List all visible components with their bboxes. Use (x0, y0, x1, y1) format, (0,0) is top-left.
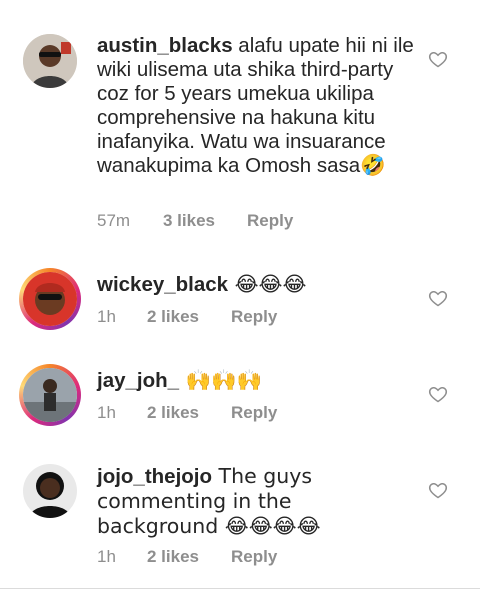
comment-text: jay_joh_ 🙌🙌🙌 (97, 368, 417, 393)
likes-count[interactable]: 2 likes (147, 403, 231, 423)
avatar[interactable] (19, 364, 81, 426)
avatar-image-frame (23, 272, 77, 326)
comment-item: austin_blacks alafu upate hii ni ile wik… (0, 0, 480, 250)
comment-text: austin_blacks alafu upate hii ni ile wik… (97, 34, 417, 178)
comment-meta: 1h 2 likes Reply (97, 307, 277, 327)
comment-item: wickey_black 😂😂😂 1h 2 likes Reply (0, 250, 480, 342)
comment-text: jojo_thejojo The guys commenting in the … (97, 464, 417, 539)
user-avatar-image (23, 272, 77, 326)
comment-meta: 1h 2 likes Reply (97, 547, 277, 567)
likes-count[interactable]: 3 likes (163, 211, 247, 231)
avatar[interactable] (23, 464, 77, 518)
reply-button[interactable]: Reply (247, 211, 293, 231)
avatar-image-frame (23, 368, 77, 422)
comment-username[interactable]: wickey_black (97, 273, 228, 296)
comment-username[interactable]: jay_joh_ (97, 369, 179, 392)
comment-username[interactable]: jojo_thejojo (97, 465, 212, 488)
reply-button[interactable]: Reply (231, 547, 277, 567)
divider (0, 588, 480, 589)
heart-outline-icon[interactable] (428, 384, 448, 404)
user-avatar-image (23, 464, 77, 518)
avatar[interactable] (19, 268, 81, 330)
comment-item: jay_joh_ 🙌🙌🙌 1h 2 likes Reply (0, 342, 480, 438)
comment-username[interactable]: austin_blacks (97, 34, 233, 57)
comment-time: 57m (97, 211, 131, 230)
heart-outline-icon[interactable] (428, 480, 448, 500)
comment-time: 1h (97, 403, 116, 422)
comment-meta: 57m 3 likes Reply (97, 211, 293, 231)
comment-time: 1h (97, 547, 116, 566)
comment-meta: 1h 2 likes Reply (97, 403, 277, 423)
comment-item: jojo_thejojo The guys commenting in the … (0, 438, 480, 588)
heart-outline-icon[interactable] (428, 49, 448, 69)
comment-text: wickey_black 😂😂😂 (97, 272, 417, 297)
reply-button[interactable]: Reply (231, 403, 277, 423)
user-avatar-image (23, 34, 77, 88)
comment-time: 1h (97, 307, 116, 326)
comment-body: 😂😂😂 (228, 272, 307, 296)
user-avatar-image (23, 368, 77, 422)
avatar[interactable] (23, 34, 77, 88)
likes-count[interactable]: 2 likes (147, 547, 231, 567)
comment-body: 🙌🙌🙌 (179, 368, 263, 392)
heart-outline-icon[interactable] (428, 288, 448, 308)
reply-button[interactable]: Reply (231, 307, 277, 327)
likes-count[interactable]: 2 likes (147, 307, 231, 327)
